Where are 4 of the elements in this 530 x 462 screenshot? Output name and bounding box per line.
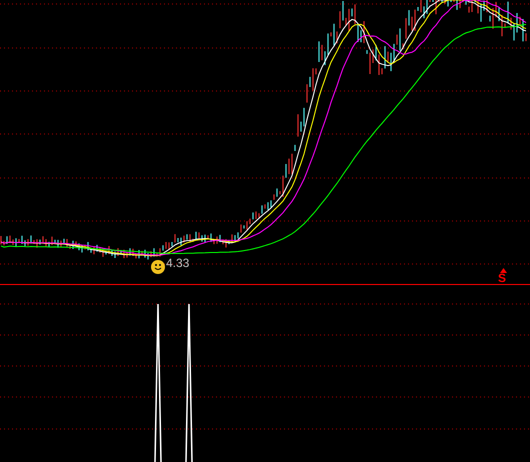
smiley-icon — [151, 260, 165, 274]
signal-label: S — [498, 272, 506, 284]
up-arrow-icon — [500, 268, 507, 273]
low-price-label: 4.33 — [166, 256, 190, 270]
